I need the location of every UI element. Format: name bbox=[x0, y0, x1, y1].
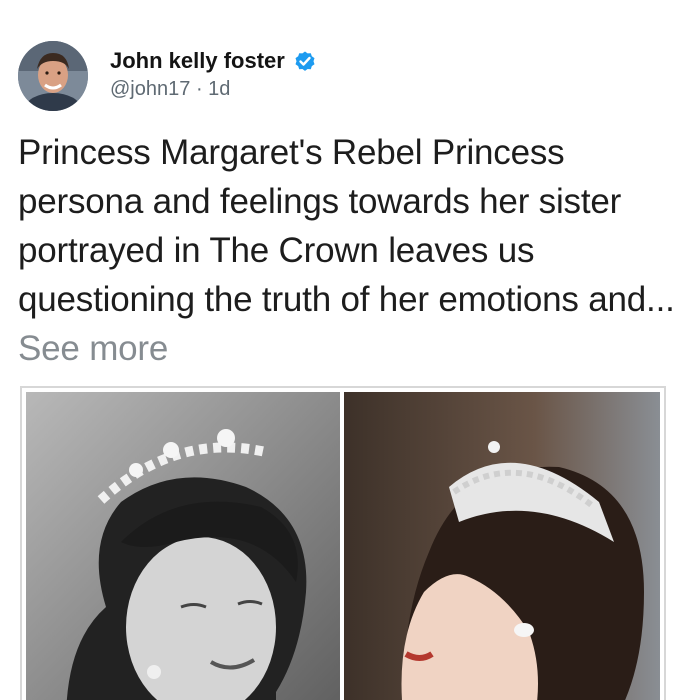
author-info: John kelly foster @john17 · 1d bbox=[110, 48, 317, 101]
meta-separator: · bbox=[195, 77, 203, 100]
social-post: John kelly foster @john17 · 1d Princess … bbox=[0, 0, 700, 700]
see-more-link[interactable]: See more bbox=[18, 329, 168, 368]
author-display-name[interactable]: John kelly foster bbox=[110, 48, 285, 74]
author-name-row: John kelly foster bbox=[110, 48, 317, 74]
black-and-white-portrait-image bbox=[26, 392, 340, 700]
author-avatar[interactable] bbox=[18, 41, 88, 111]
post-body: Princess Margaret's Rebel Princess perso… bbox=[18, 133, 675, 319]
color-portrait-image bbox=[344, 392, 660, 700]
verified-badge-icon bbox=[293, 49, 317, 73]
media-image-right[interactable] bbox=[344, 392, 660, 700]
media-image-left[interactable] bbox=[26, 392, 340, 700]
post-media[interactable] bbox=[20, 386, 666, 700]
avatar-portrait-icon bbox=[18, 41, 88, 111]
post-header: John kelly foster @john17 · 1d bbox=[18, 40, 317, 112]
author-handle[interactable]: @john17 bbox=[110, 78, 190, 100]
post-meta: @john17 · 1d bbox=[110, 78, 317, 101]
post-timestamp[interactable]: 1d bbox=[208, 78, 230, 100]
post-text: Princess Margaret's Rebel Princess perso… bbox=[18, 128, 678, 373]
